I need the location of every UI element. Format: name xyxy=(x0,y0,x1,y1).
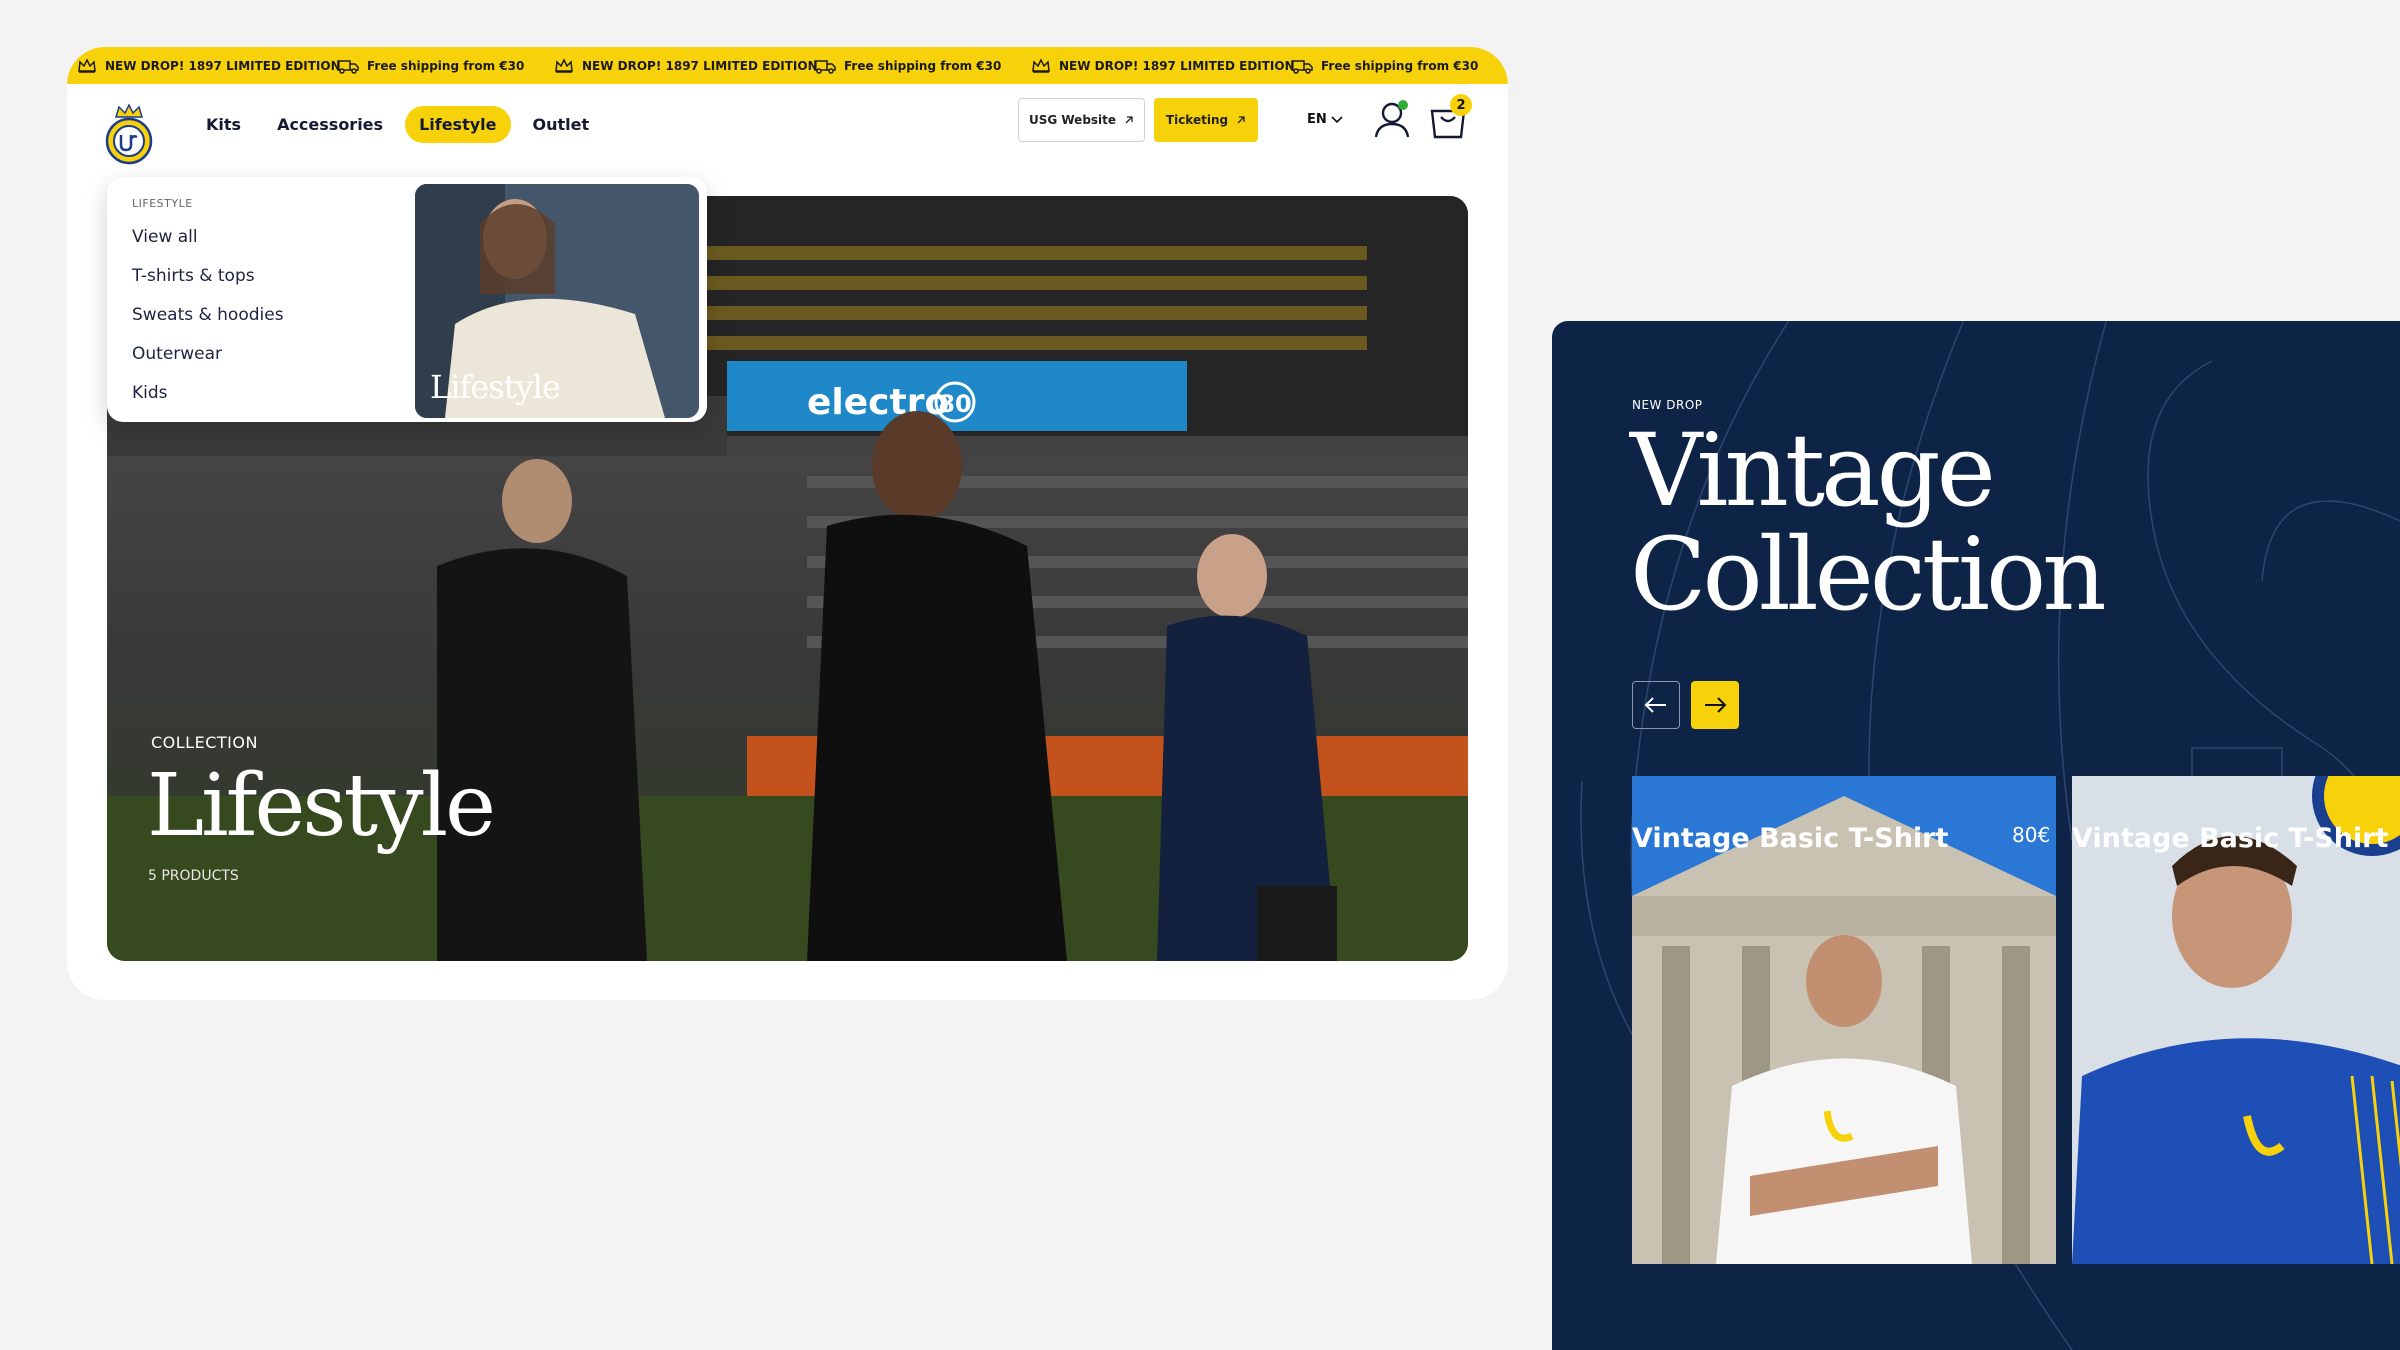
product-name[interactable]: Vintage Basic T-Shirt xyxy=(2072,823,2388,854)
main-menu: Kits Accessories Lifestyle Outlet xyxy=(192,106,603,143)
product-name[interactable]: Vintage Basic T-Shirt xyxy=(1632,823,1948,854)
dropdown-link-sweats[interactable]: Sweats & hoodies xyxy=(132,296,284,335)
announcement-ticker: NEW DROP! 1897 LIMITED EDITION Free ship… xyxy=(67,47,1508,84)
dropdown-link-tshirts[interactable]: T-shirts & tops xyxy=(132,257,284,296)
dropdown-links: View all T-shirts & tops Sweats & hoodie… xyxy=(132,218,284,413)
lifestyle-mega-menu: LIFESTYLE View all T-shirts & tops Sweat… xyxy=(107,177,707,422)
carousel-prev-button[interactable] xyxy=(1632,681,1680,729)
product-price: 80€ xyxy=(2012,823,2051,847)
dropdown-link-kids[interactable]: Kids xyxy=(132,374,284,413)
truck-icon xyxy=(814,59,836,74)
dropdown-feature-card[interactable]: Lifestyle xyxy=(415,184,699,418)
hero-overline: COLLECTION xyxy=(151,733,258,752)
ticker-item-shipping: Free shipping from €30 xyxy=(1291,58,1508,74)
menu-item-kits[interactable]: Kits xyxy=(192,106,255,143)
dropdown-link-outerwear[interactable]: Outerwear xyxy=(132,335,284,374)
vintage-title: Vintage Collection xyxy=(1630,412,2107,633)
crown-icon xyxy=(1032,57,1050,73)
vintage-title-line2: Collection xyxy=(1630,516,2107,633)
cart-count-badge: 2 xyxy=(1450,94,1472,116)
truck-icon xyxy=(337,59,359,74)
online-status-dot xyxy=(1398,100,1408,110)
crown-icon xyxy=(555,57,573,73)
truck-icon xyxy=(1291,59,1313,74)
chevron-down-icon xyxy=(1331,115,1343,123)
vintage-collection-panel: NEW DROP Vintage Collection Vintage Basi… xyxy=(1552,321,2400,1350)
ticker-item-shipping: Free shipping from €30 xyxy=(814,58,1031,74)
external-link-icon xyxy=(1237,116,1245,124)
ticker-item-promo: NEW DROP! 1897 LIMITED EDITION xyxy=(1031,57,1295,74)
dropdown-feature-title: Lifestyle xyxy=(430,368,561,406)
arrow-right-icon xyxy=(1705,697,1727,713)
hero-product-count: 5 PRODUCTS xyxy=(148,868,239,884)
menu-item-outlet[interactable]: Outlet xyxy=(519,106,604,143)
dropdown-heading: LIFESTYLE xyxy=(132,197,193,210)
vintage-overline: NEW DROP xyxy=(1632,398,1703,412)
menu-item-accessories[interactable]: Accessories xyxy=(263,106,397,143)
menu-item-lifestyle[interactable]: Lifestyle xyxy=(405,106,511,143)
ticker-item-shipping: Free shipping from €30 xyxy=(337,58,554,74)
usg-website-button[interactable]: USG Website xyxy=(1018,98,1145,142)
vintage-title-line1: Vintage xyxy=(1630,412,1996,529)
external-link-icon xyxy=(1125,116,1133,124)
ticker-item-promo: NEW DROP! 1897 LIMITED EDITION xyxy=(554,57,818,74)
ad-board-number: 80 xyxy=(938,390,971,418)
crown-icon xyxy=(78,57,96,73)
hero-title: Lifestyle xyxy=(147,756,496,856)
arrow-left-icon xyxy=(1644,697,1666,713)
carousel-next-button[interactable] xyxy=(1691,681,1739,729)
language-selector[interactable]: EN xyxy=(1307,112,1343,127)
ticketing-button[interactable]: Ticketing xyxy=(1154,98,1258,142)
dropdown-link-view-all[interactable]: View all xyxy=(132,218,284,257)
shop-window: NEW DROP! 1897 LIMITED EDITION Free ship… xyxy=(67,47,1508,1000)
club-logo[interactable] xyxy=(104,103,154,165)
ticker-item-promo: NEW DROP! 1897 LIMITED EDITION xyxy=(77,57,341,74)
